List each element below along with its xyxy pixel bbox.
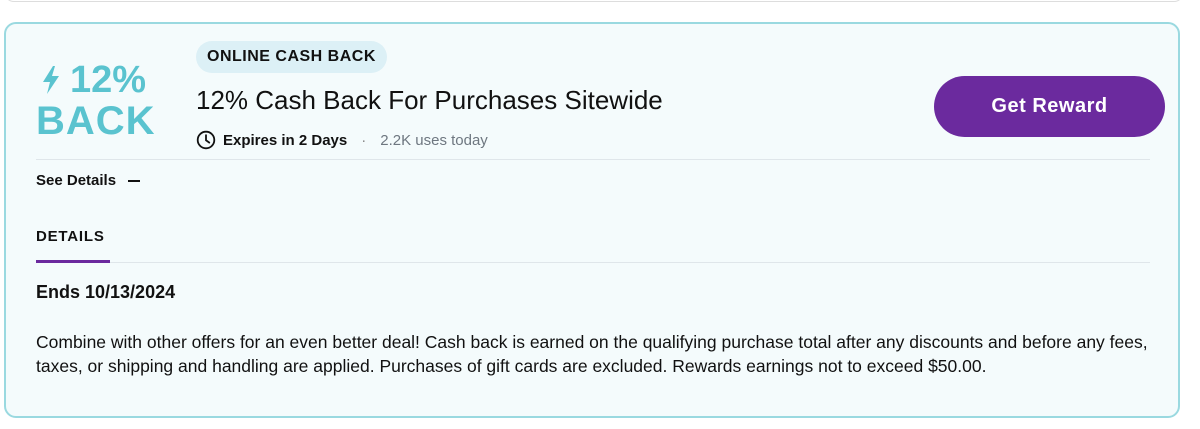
badge-line1: 12% — [40, 60, 146, 100]
expires-text: Expires in 2 Days — [223, 131, 348, 149]
offer-type-tag: ONLINE CASH BACK — [196, 41, 387, 73]
minus-icon — [128, 179, 141, 182]
clock-icon — [196, 130, 216, 150]
offer-title: 12% Cash Back For Purchases Sitewide — [196, 85, 663, 115]
previous-card-edge — [4, 0, 1184, 2]
offer-meta: Expires in 2 Days · 2.2K uses today — [196, 129, 488, 151]
tab-active-indicator — [36, 260, 110, 263]
see-details-toggle[interactable]: See Details — [36, 172, 141, 189]
offer-end-date: Ends 10/13/2024 — [36, 282, 176, 302]
uses-count: 2.2K uses today — [380, 131, 488, 149]
offer-terms: Combine with other offers for an even be… — [36, 332, 1148, 376]
badge-back-label: BACK — [36, 99, 156, 143]
see-details-label: See Details — [36, 172, 117, 189]
offer-card: 12% BACK ONLINE CASH BACK 12% Cash Back … — [4, 22, 1180, 418]
tab-details[interactable]: DETAILS — [36, 228, 105, 245]
divider — [36, 159, 1150, 160]
cashback-badge: 12% BACK — [28, 60, 168, 160]
tab-divider — [36, 262, 1150, 263]
meta-separator: · — [361, 131, 367, 149]
lightning-bolt-icon — [43, 66, 59, 94]
badge-percent: 12% — [70, 59, 147, 101]
get-reward-button[interactable]: Get Reward — [934, 76, 1165, 137]
